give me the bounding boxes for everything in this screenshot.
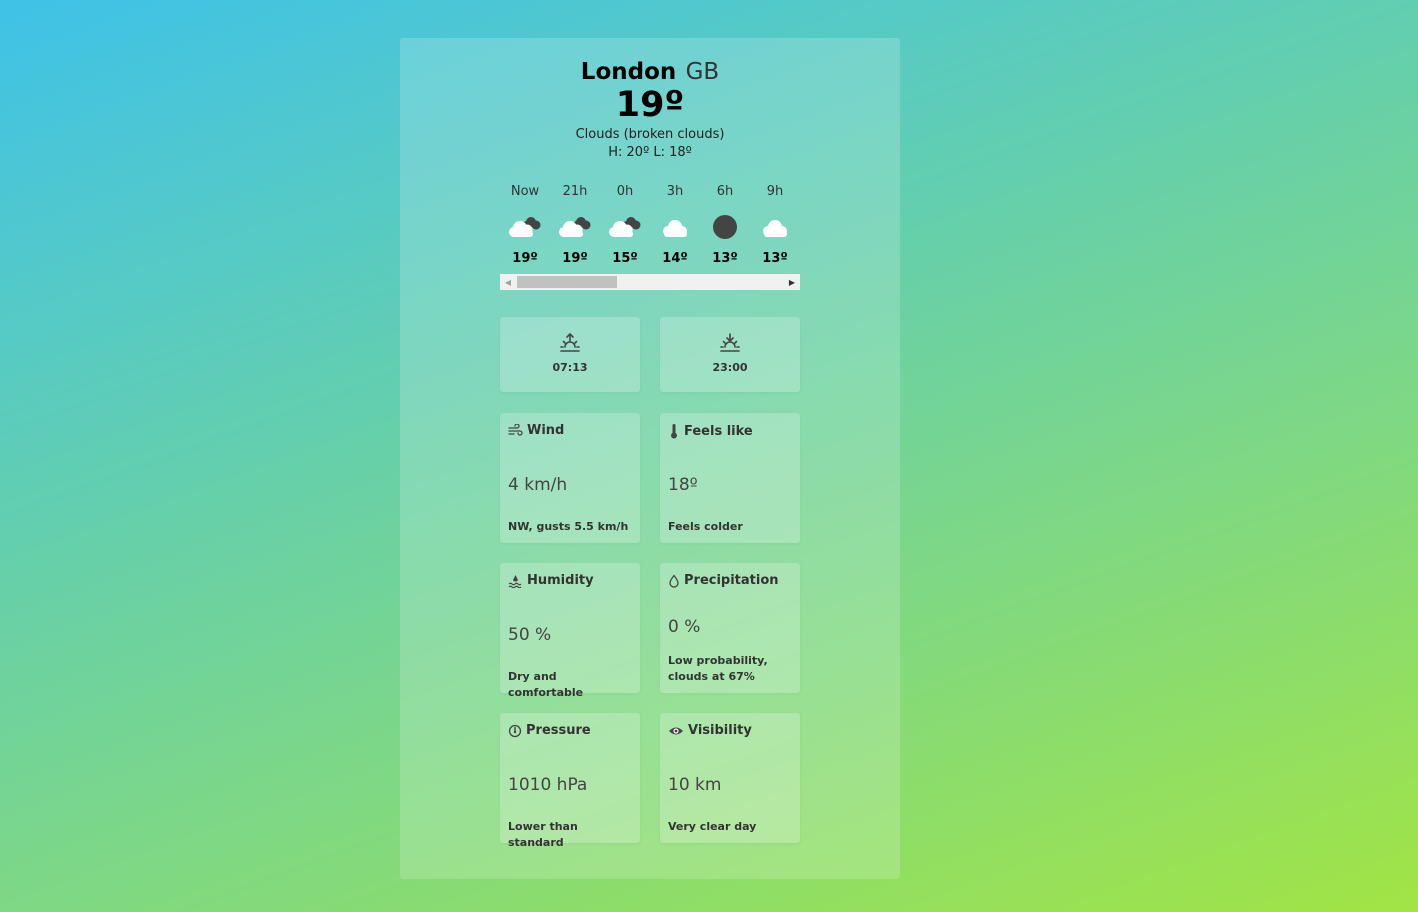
feels-like-detail: Feels colder	[668, 520, 743, 533]
hour-temp: 19º	[512, 251, 538, 266]
hourly-forecast-row: Now 19º 21h 19º 0h 15º 3h 14º 6h 13º 9h …	[500, 183, 800, 266]
hour-label: 3h	[666, 184, 684, 199]
visibility-title: Visibility	[688, 723, 752, 738]
high-low-temperature: H: 20º L: 18º	[608, 145, 692, 160]
feels-like-value: 18º	[668, 475, 698, 495]
hour-temp: 13º	[712, 251, 738, 266]
country-code: GB	[685, 59, 720, 85]
precipitation-detail: Low probability, clouds at 67%	[668, 654, 768, 683]
cloud-icon	[650, 207, 700, 247]
hour-label: 6h	[716, 184, 734, 199]
hour-temp: 19º	[562, 251, 588, 266]
feels-like-title: Feels like	[684, 423, 753, 439]
hour-temp: 14º	[662, 251, 688, 266]
humidity-card-title: Humidity	[508, 573, 594, 588]
humidity-detail: Dry and comfortable	[508, 670, 584, 699]
hour-item: 3h 14º	[650, 183, 700, 266]
eye-icon	[668, 725, 684, 737]
hour-item: 0h 15º	[600, 183, 650, 266]
humidity-icon	[508, 574, 523, 588]
visibility-detail: Very clear day	[668, 820, 757, 833]
wind-icon	[508, 424, 523, 437]
broken-clouds-icon	[550, 207, 600, 247]
thermometer-icon	[668, 423, 680, 439]
hour-item: 6h 13º	[700, 183, 750, 266]
pressure-detail: Lower than standard	[508, 820, 578, 849]
hour-item: Now 19º	[500, 183, 550, 266]
wind-card-title: Wind	[508, 423, 564, 438]
sunrise-icon	[500, 332, 640, 354]
hour-label: 21h	[562, 184, 588, 199]
wind-card: Wind 4 km/h NW, gusts 5.5 km/h	[500, 413, 640, 543]
wind-detail: NW, gusts 5.5 km/h	[508, 520, 629, 533]
scrollbar-thumb[interactable]	[517, 276, 617, 288]
pressure-card: Pressure 1010 hPa Lower than standard	[500, 713, 640, 849]
droplet-icon	[668, 573, 680, 588]
weather-panel: London GB 19º Clouds (broken clouds) H: …	[400, 38, 900, 879]
current-weather-header: London GB 19º Clouds (broken clouds) H: …	[400, 58, 900, 162]
weather-description: Clouds (broken clouds)	[575, 127, 725, 142]
pressure-title: Pressure	[526, 723, 591, 738]
sunset-icon	[660, 332, 800, 354]
wind-title: Wind	[527, 423, 565, 438]
humidity-title: Humidity	[527, 573, 594, 588]
location: London GB	[400, 58, 900, 86]
hour-temp: 15º	[612, 251, 638, 266]
precipitation-title: Precipitation	[684, 573, 779, 588]
hour-label: 9h	[766, 184, 784, 199]
hour-temp: 13º	[762, 251, 788, 266]
precipitation-card-title: Precipitation	[668, 573, 779, 588]
hour-label: 0h	[616, 184, 634, 199]
hour-item: 21h 19º	[550, 183, 600, 266]
clear-night-icon	[700, 207, 750, 247]
sunrise-card: 07:13	[500, 317, 640, 392]
visibility-card: Visibility 10 km Very clear day	[660, 713, 800, 843]
hour-item: 9h 13º	[750, 183, 800, 266]
sunset-time: 23:00	[712, 361, 748, 374]
precipitation-value: 0 %	[668, 617, 701, 637]
humidity-value: 50 %	[508, 625, 552, 645]
sunrise-time: 07:13	[552, 361, 588, 374]
sunset-card: 23:00	[660, 317, 800, 392]
visibility-card-title: Visibility	[668, 723, 752, 738]
feels-like-card-title: Feels like	[668, 423, 753, 439]
current-temperature: 19º	[615, 85, 685, 125]
wind-value: 4 km/h	[508, 475, 568, 495]
gauge-icon	[508, 724, 522, 738]
visibility-value: 10 km	[668, 775, 722, 795]
humidity-card: Humidity 50 % Dry and comfortable	[500, 563, 640, 699]
broken-clouds-icon	[600, 207, 650, 247]
pressure-value: 1010 hPa	[508, 775, 588, 795]
precipitation-card: Precipitation 0 % Low probability, cloud…	[660, 563, 800, 693]
feels-like-card: Feels like 18º Feels colder	[660, 413, 800, 543]
cloud-icon	[750, 207, 800, 247]
scroll-right-arrow-icon[interactable]: ▶	[784, 274, 800, 290]
city-name: London	[580, 59, 677, 85]
pressure-card-title: Pressure	[508, 723, 591, 738]
hour-label: Now	[510, 184, 540, 199]
hourly-forecast[interactable]: Now 19º 21h 19º 0h 15º 3h 14º 6h 13º 9h …	[500, 183, 800, 290]
horizontal-scrollbar[interactable]: ◀ ▶	[500, 274, 800, 290]
broken-clouds-icon	[500, 207, 550, 247]
scroll-left-arrow-icon[interactable]: ◀	[500, 274, 516, 290]
